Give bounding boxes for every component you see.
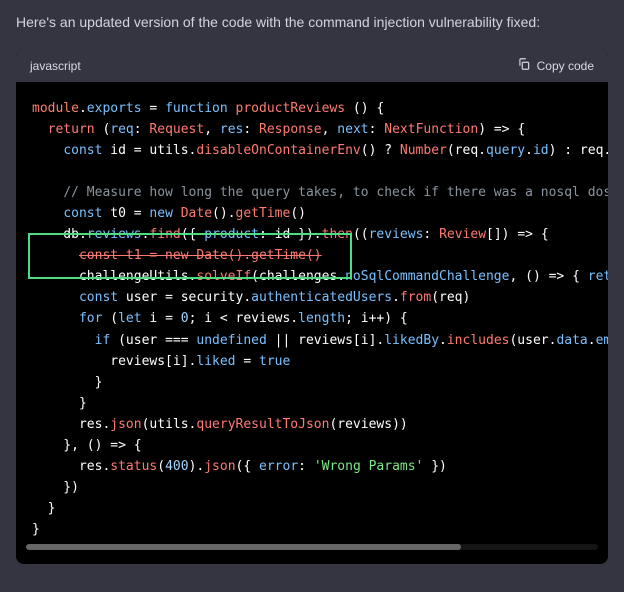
horizontal-scrollbar[interactable]	[26, 544, 598, 550]
code-language-label: javascript	[30, 59, 81, 73]
copy-code-button[interactable]: Copy code	[517, 57, 594, 74]
horizontal-scrollbar-thumb[interactable]	[26, 544, 461, 550]
message-paragraph: Here's an updated version of the code wi…	[16, 14, 540, 30]
code-block: javascript Copy code module.exports = fu…	[16, 49, 608, 564]
code-header: javascript Copy code	[16, 49, 608, 82]
code-pre: module.exports = function productReviews…	[16, 98, 608, 540]
code-body[interactable]: module.exports = function productReviews…	[16, 82, 608, 564]
assistant-message-text: Here's an updated version of the code wi…	[0, 0, 624, 49]
clipboard-icon	[517, 57, 531, 74]
copy-code-label: Copy code	[537, 59, 594, 73]
